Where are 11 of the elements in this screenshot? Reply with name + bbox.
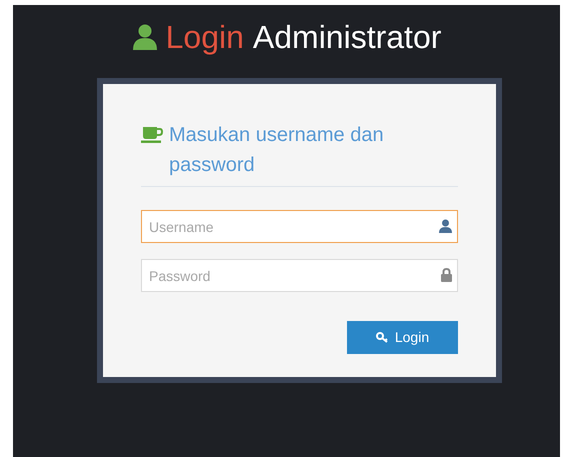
title-accent: Login [166, 20, 244, 52]
input-field[interactable]: Username [141, 210, 458, 243]
user-icon [132, 24, 158, 50]
login-button[interactable]: Login [347, 321, 458, 354]
input-field[interactable]: Password [141, 259, 458, 292]
key-icon [376, 332, 389, 343]
cup-icon [141, 127, 163, 143]
user-icon [439, 219, 452, 233]
panel-heading: Masukan username dan password [169, 123, 385, 178]
lock-icon [441, 268, 452, 282]
title-text: Administrator [252, 20, 442, 52]
